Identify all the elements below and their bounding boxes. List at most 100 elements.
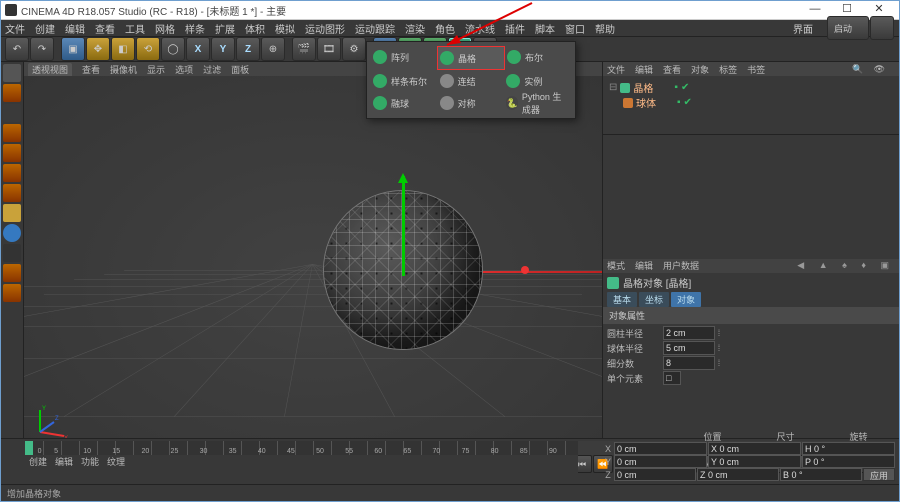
rot-b-input[interactable]: B 0 ° <box>780 468 862 481</box>
poly-mode-button[interactable] <box>3 184 21 202</box>
popup-connect[interactable]: 连结 <box>438 70 505 92</box>
mat-menu-tex[interactable]: 纹理 <box>107 455 125 467</box>
popup-array[interactable]: 阵列 <box>371 46 437 68</box>
popup-symmetry[interactable]: 对称 <box>438 92 505 114</box>
mat-menu-edit[interactable]: 编辑 <box>55 455 73 467</box>
am-edit[interactable]: 编辑 <box>635 259 653 272</box>
lock-z-button[interactable]: Z <box>236 37 260 61</box>
size-x-input[interactable]: X 0 cm <box>708 442 801 455</box>
axis-y-gizmo[interactable] <box>402 176 405 276</box>
pos-x-input[interactable]: 0 cm <box>614 442 707 455</box>
filter-icon[interactable]: 👁 <box>874 64 885 75</box>
viewport-tab-active[interactable]: 透视视图 <box>28 63 72 76</box>
am-userdata[interactable]: 用户数据 <box>663 259 699 272</box>
mat-menu-func[interactable]: 功能 <box>81 455 99 467</box>
render-view-button[interactable]: 🎬 <box>292 37 316 61</box>
menu-render[interactable]: 渲染 <box>405 21 425 36</box>
menu-ext[interactable]: 扩展 <box>215 21 235 36</box>
menu-tools[interactable]: 工具 <box>125 21 145 36</box>
subtab-object[interactable]: 对象 <box>671 292 701 307</box>
popup-metaball[interactable]: 融球 <box>371 92 438 114</box>
viewport-solo-button[interactable] <box>3 244 21 262</box>
layout-save-button[interactable]: 启动 <box>827 16 869 40</box>
menu-char[interactable]: 角色 <box>435 21 455 36</box>
rotate-tool[interactable]: ⟲ <box>136 37 160 61</box>
vp-menu-camera[interactable]: 摄像机 <box>110 63 137 76</box>
menu-track[interactable]: 运动跟踪 <box>355 21 395 36</box>
xray-button[interactable] <box>3 264 21 282</box>
menu-pipe[interactable]: 流水线 <box>465 21 495 36</box>
subtab-coord[interactable]: 坐标 <box>639 292 669 307</box>
minimize-button[interactable]: — <box>799 2 831 18</box>
point-mode-button[interactable] <box>3 144 21 162</box>
lock-x-button[interactable]: X <box>186 37 210 61</box>
vp-menu-options[interactable]: 选项 <box>175 63 193 76</box>
axis-button[interactable] <box>3 204 21 222</box>
make-editable-button[interactable] <box>3 64 21 82</box>
texture-mode-button[interactable] <box>3 104 21 122</box>
search-icon[interactable]: 🔍 <box>852 64 863 75</box>
title-bar: CINEMA 4D R18.057 Studio (RC - R18) - [未… <box>1 1 899 20</box>
popup-spline-mask[interactable]: 样条布尔 <box>371 70 438 92</box>
menu-create[interactable]: 创建 <box>35 21 55 36</box>
om-menu-tags[interactable]: 标签 <box>719 63 737 76</box>
size-y-input[interactable]: Y 0 cm <box>708 455 801 468</box>
menu-plugin[interactable]: 插件 <box>505 21 525 36</box>
menu-help[interactable]: 帮助 <box>595 21 615 36</box>
vp-menu-display[interactable]: 显示 <box>147 63 165 76</box>
recent-tool[interactable]: ◯ <box>161 37 185 61</box>
menu-mograph[interactable]: 运动图形 <box>305 21 345 36</box>
lock-y-button[interactable]: Y <box>211 37 235 61</box>
popup-atom-array[interactable]: 晶格 <box>437 46 505 70</box>
pos-y-input[interactable]: 0 cm <box>614 455 707 468</box>
edge-mode-button[interactable] <box>3 164 21 182</box>
menu-script[interactable]: 脚本 <box>535 21 555 36</box>
vp-menu-filter[interactable]: 过滤 <box>203 63 221 76</box>
render-settings-button[interactable]: ⚙ <box>342 37 366 61</box>
model-mode-button[interactable] <box>3 84 21 102</box>
am-nav-icons[interactable]: ◀ ▲ ♠ ♦ ▣ <box>797 260 895 271</box>
select-tool[interactable]: ▣ <box>61 37 85 61</box>
tree-item-label[interactable]: 晶格 <box>633 80 653 95</box>
rot-p-input[interactable]: P 0 ° <box>802 455 895 468</box>
snap-button[interactable] <box>3 224 21 242</box>
viewport-canvas[interactable]: Y X Z <box>24 76 602 448</box>
layout-icon[interactable] <box>870 16 894 40</box>
subtab-basic[interactable]: 基本 <box>607 292 637 307</box>
popup-instance[interactable]: 实例 <box>504 70 571 92</box>
om-menu-file[interactable]: 文件 <box>607 63 625 76</box>
undo-button[interactable]: ↶ <box>5 37 29 61</box>
workplane-button[interactable] <box>3 124 21 142</box>
menu-edit[interactable]: 编辑 <box>65 21 85 36</box>
am-mode[interactable]: 模式 <box>607 259 625 272</box>
mat-menu-create[interactable]: 创建 <box>29 455 47 467</box>
popup-boole[interactable]: 布尔 <box>505 46 571 68</box>
coord-sys-button[interactable]: ⊕ <box>261 37 285 61</box>
render-pic-button[interactable]: 🎞 <box>317 37 341 61</box>
pos-z-input[interactable]: 0 cm <box>614 468 696 481</box>
move-tool[interactable]: ✥ <box>86 37 110 61</box>
scale-tool[interactable]: ◧ <box>111 37 135 61</box>
om-menu-bookmarks[interactable]: 书签 <box>747 63 765 76</box>
vp-menu-panel[interactable]: 面板 <box>231 63 249 76</box>
om-menu-object[interactable]: 对象 <box>691 63 709 76</box>
menu-file[interactable]: 文件 <box>5 21 25 36</box>
menu-window[interactable]: 窗口 <box>565 21 585 36</box>
menu-mesh[interactable]: 网格 <box>155 21 175 36</box>
object-tree[interactable]: ⊟ 晶格 ▪ ✔ 球体 ▪ ✔ <box>603 76 899 135</box>
tree-child-label[interactable]: 球体 <box>636 95 656 110</box>
rot-h-input[interactable]: H 0 ° <box>802 442 895 455</box>
coord-head-size: 尺寸 <box>749 430 822 442</box>
vp-menu-view[interactable]: 查看 <box>82 63 100 76</box>
menu-view[interactable]: 查看 <box>95 21 115 36</box>
menu-spline[interactable]: 样条 <box>185 21 205 36</box>
redo-button[interactable]: ↷ <box>30 37 54 61</box>
apply-button[interactable]: 应用 <box>863 468 895 481</box>
om-menu-view[interactable]: 查看 <box>663 63 681 76</box>
om-menu-edit[interactable]: 编辑 <box>635 63 653 76</box>
popup-python-gen[interactable]: 🐍Python 生成器 <box>504 92 571 114</box>
size-z-input[interactable]: Z 0 cm <box>697 468 779 481</box>
isoline-button[interactable] <box>3 284 21 302</box>
menu-sim[interactable]: 模拟 <box>275 21 295 36</box>
menu-volume[interactable]: 体积 <box>245 21 265 36</box>
